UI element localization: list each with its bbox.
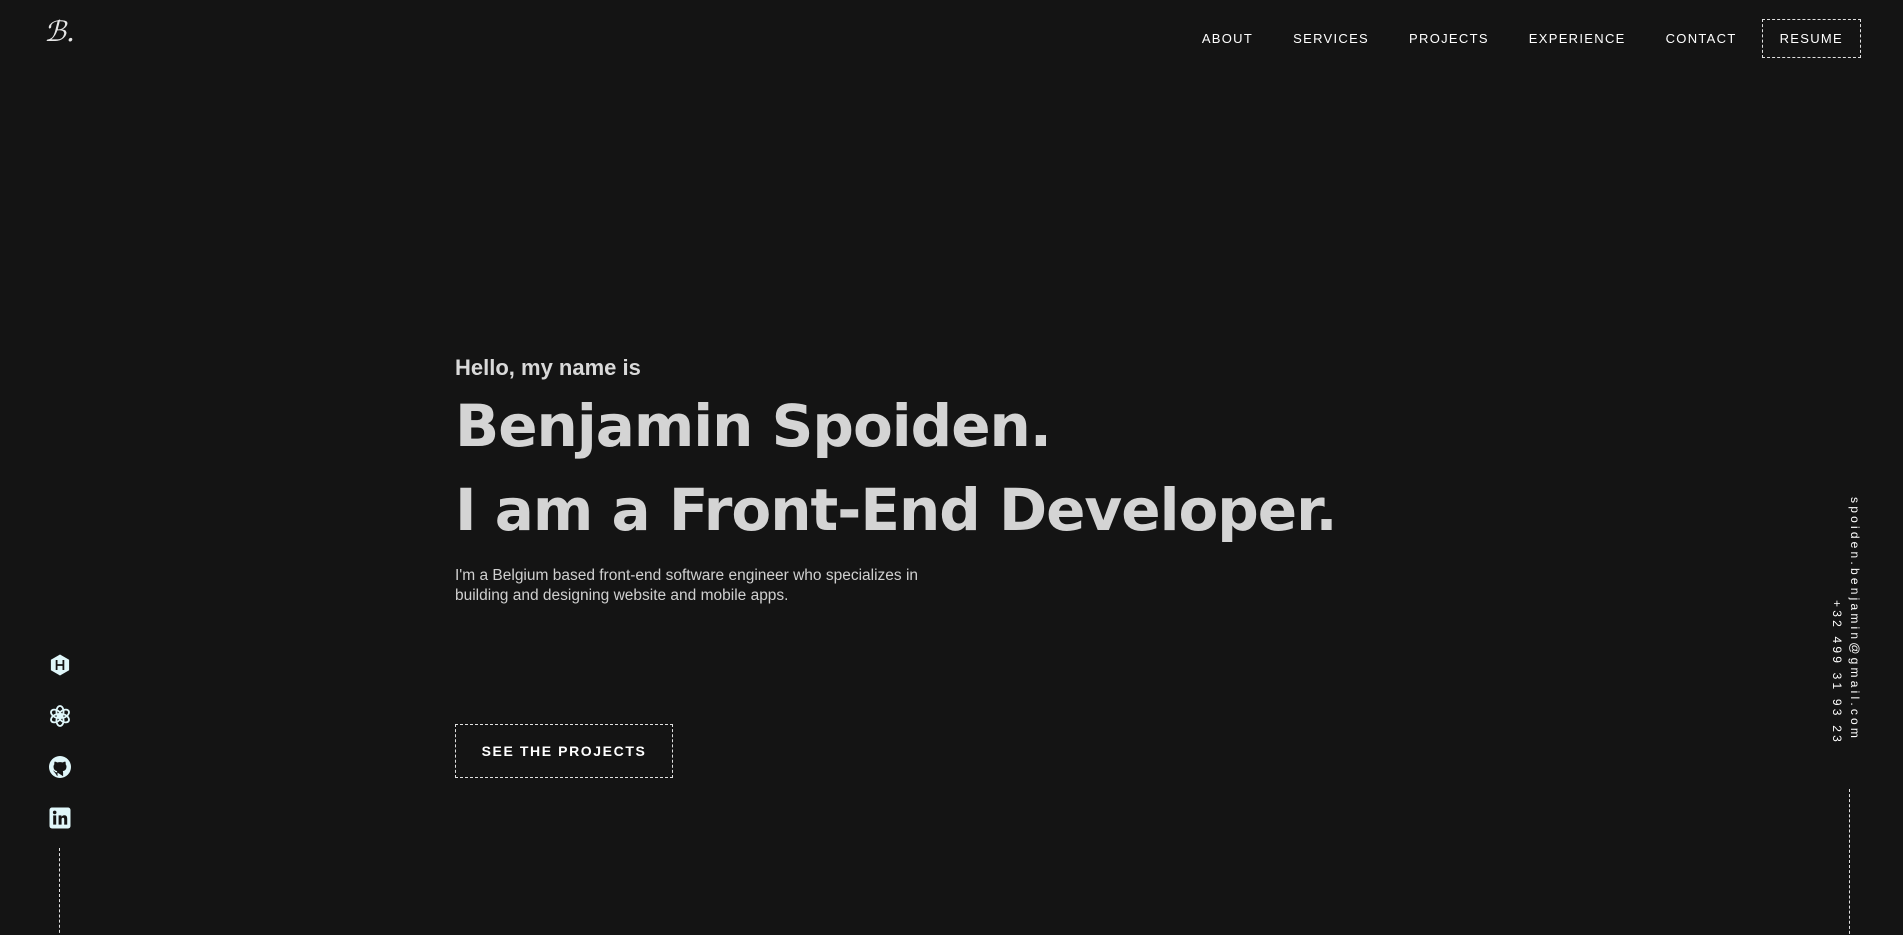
openai-icon[interactable] xyxy=(48,704,72,728)
side-contact: spoiden.benjamin@gmail.com +32 499 31 93… xyxy=(1830,497,1866,757)
nav-item-services[interactable]: SERVICES xyxy=(1293,31,1369,46)
email-link[interactable]: spoiden.benjamin@gmail.com xyxy=(1848,497,1862,741)
main-nav: ABOUT SERVICES PROJECTS EXPERIENCE CONTA… xyxy=(1202,18,1861,58)
hashnode-icon[interactable] xyxy=(48,653,72,677)
see-projects-button[interactable]: SEE THE PROJECTS xyxy=(455,724,673,778)
social-links xyxy=(48,653,72,857)
resume-button[interactable]: RESUME xyxy=(1761,18,1861,58)
hero-greeting: Hello, my name is xyxy=(455,355,641,380)
nav-item-about[interactable]: ABOUT xyxy=(1202,31,1253,46)
hero-section: Hello, my name is Benjamin Spoiden. I am… xyxy=(455,352,1355,606)
phone-link[interactable]: +32 499 31 93 23 xyxy=(1830,600,1844,745)
hero-name: Benjamin Spoiden. xyxy=(455,392,1052,460)
right-divider-line xyxy=(1849,789,1850,935)
nav-item-experience[interactable]: EXPERIENCE xyxy=(1529,31,1626,46)
nav-item-contact[interactable]: CONTACT xyxy=(1666,31,1737,46)
nav-item-projects[interactable]: PROJECTS xyxy=(1409,31,1489,46)
hero-role: I am a Front-End Developer. xyxy=(455,476,1338,544)
hero-description: I'm a Belgium based front-end software e… xyxy=(455,567,919,604)
github-icon[interactable] xyxy=(48,755,72,779)
linkedin-icon[interactable] xyxy=(48,806,72,830)
page: ℬ. ABOUT SERVICES PROJECTS EXPERIENCE CO… xyxy=(0,0,1903,935)
left-divider-line xyxy=(59,848,60,935)
logo[interactable]: ℬ. xyxy=(44,18,75,46)
